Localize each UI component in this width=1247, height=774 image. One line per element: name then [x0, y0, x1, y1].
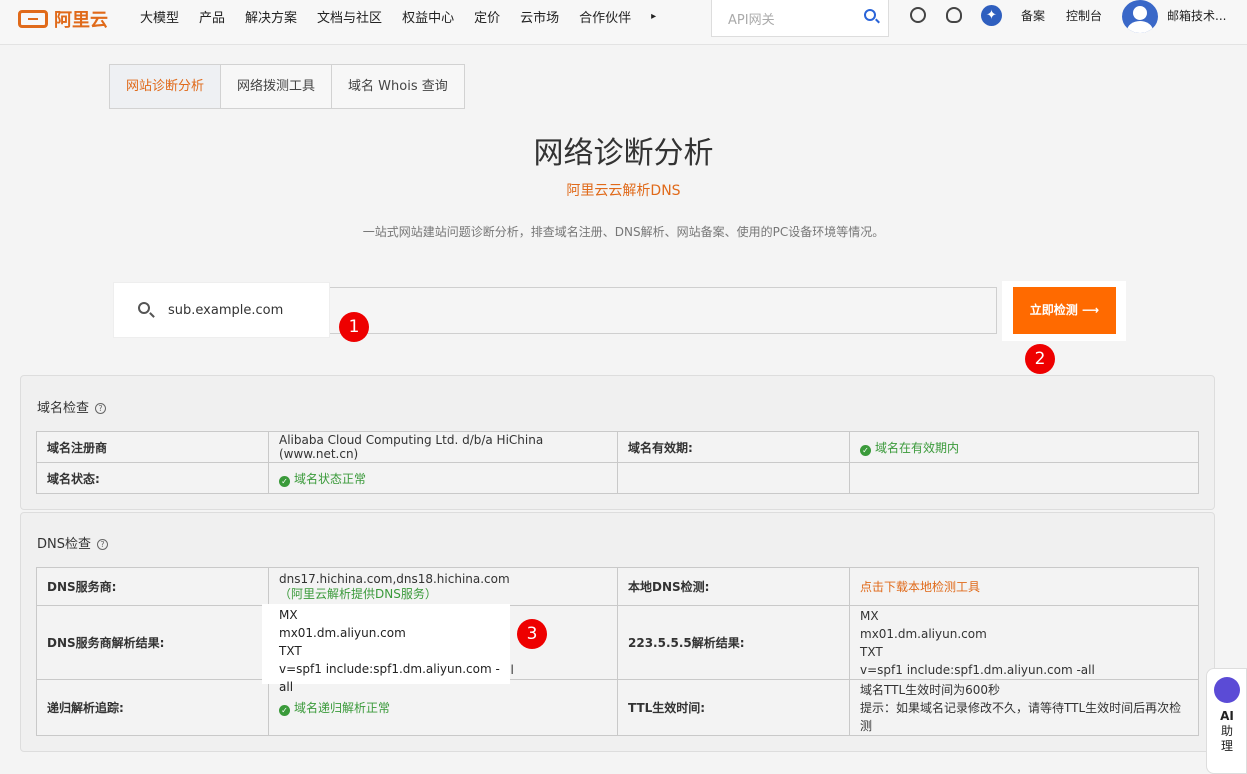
domain-input[interactable]: sub.example.com — [113, 282, 330, 338]
detect-now-button[interactable]: 立即检测 ⟶ — [1013, 287, 1116, 334]
ai-label-line: 理 — [1220, 739, 1233, 753]
nav-item-docs[interactable]: 文档与社区 — [317, 7, 382, 26]
ttl-line: 测 — [860, 718, 873, 733]
validity-value-text: 域名在有效期内 — [875, 440, 960, 455]
logo-text: 阿里云 — [54, 10, 108, 31]
dns-result-label: DNS服务商解析结果: — [36, 605, 269, 680]
ai-assistant-label: AI 助 理 — [1207, 709, 1247, 754]
user-name[interactable]: 邮箱技术... — [1167, 7, 1226, 24]
dns-provider-value: dns17.hichina.com,dns18.hichina.com （阿里云… — [268, 567, 618, 606]
public-dns-value: MX mx01.dm.aliyun.com TXT v=spf1 include… — [849, 605, 1199, 680]
top-search-input[interactable]: API网关 — [711, 0, 889, 37]
search-icon — [138, 302, 150, 314]
registrar-label: 域名注册商 — [36, 431, 269, 463]
ttl-line: 提示：如果域名记录修改不久，请等待TTL生效时间后再次检 — [860, 700, 1182, 715]
recursive-label: 递归解析追踪: — [36, 679, 269, 736]
validity-value: ✓ 域名在有效期内 — [849, 431, 1199, 463]
nav-item-pricing[interactable]: 定价 — [474, 7, 500, 26]
ttl-label: TTL生效时间: — [617, 679, 850, 736]
dns-provider-label: DNS服务商: — [36, 567, 269, 606]
nav-item-benefits[interactable]: 权益中心 — [402, 7, 454, 26]
annotation-marker-2: 2 — [1025, 344, 1055, 374]
nav-item-solutions[interactable]: 解决方案 — [245, 7, 297, 26]
ttl-line: 域名TTL生效时间为600秒 — [860, 682, 1001, 697]
console-link[interactable]: 控制台 — [1066, 7, 1102, 24]
local-dns-download-link[interactable]: 点击下载本地检测工具 — [849, 567, 1199, 606]
aliyun-logo[interactable]: 阿里云 — [18, 6, 108, 32]
dns-result-highlight: MX mx01.dm.aliyun.com TXT v=spf1 include… — [262, 604, 510, 694]
nav-item-products[interactable]: 产品 — [199, 7, 225, 26]
status-value: ✓ 域名状态正常 — [268, 462, 618, 494]
recursive-value-text: 域名递归解析正常 — [294, 701, 391, 715]
top-navbar: 阿里云 大模型 产品 解决方案 文档与社区 权益中心 定价 云市场 合作伙伴 ▸… — [0, 0, 1247, 45]
domain-check-title: 域名检查? — [37, 397, 107, 416]
highlight-line: TXT — [279, 644, 302, 658]
page-description: 一站式网站建站问题诊断分析，排查域名注册、DNS解析、网站备案、使用的PC设备环… — [362, 225, 885, 239]
ai-label-line: 助 — [1220, 724, 1233, 738]
empty-cell — [849, 462, 1199, 494]
domain-input-value: sub.example.com — [168, 303, 284, 318]
check-icon: ✓ — [279, 705, 290, 716]
highlight-line: mx01.dm.aliyun.com — [279, 626, 406, 640]
public-dns-line: mx01.dm.aliyun.com — [860, 626, 987, 641]
nav-item-models[interactable]: 大模型 — [140, 7, 179, 26]
tab-whois[interactable]: 域名 Whois 查询 — [332, 65, 464, 108]
validity-label: 域名有效期: — [617, 431, 850, 463]
annotation-marker-1: 1 — [339, 312, 369, 342]
domain-check-title-text: 域名检查 — [37, 401, 90, 416]
ai-assistant-button[interactable]: AI 助 理 — [1206, 668, 1247, 774]
check-icon: ✓ — [279, 475, 290, 487]
public-dns-line: TXT — [860, 644, 883, 659]
status-label: 域名状态: — [36, 462, 269, 494]
help-icon[interactable]: ? — [95, 403, 107, 414]
nav-more-arrow-icon[interactable]: ▸ — [651, 11, 656, 22]
ai-label-line: AI — [1220, 709, 1234, 723]
dns-check-title: DNS检查? — [37, 533, 108, 552]
nav-item-partners[interactable]: 合作伙伴 — [579, 7, 631, 26]
help-icon[interactable]: ? — [97, 539, 108, 550]
dns-check-table: DNS服务商: dns17.hichina.com,dns18.hichina.… — [36, 567, 1199, 736]
registrar-value: Alibaba Cloud Computing Ltd. d/b/a HiChi… — [268, 431, 618, 463]
search-icon[interactable] — [864, 9, 876, 21]
dns-provider-note: （阿里云解析提供DNS服务） — [279, 586, 437, 601]
local-dns-label: 本地DNS检测: — [617, 567, 850, 606]
compass-icon[interactable] — [910, 7, 926, 23]
check-icon: ✓ — [860, 444, 871, 456]
public-dns-line: MX — [860, 608, 879, 623]
tab-site-diagnosis[interactable]: 网站诊断分析 — [110, 65, 222, 108]
ai-orb-icon — [1214, 677, 1240, 703]
dns-check-title-text: DNS检查 — [37, 537, 91, 552]
beian-link[interactable]: 备案 — [1021, 7, 1045, 24]
nav-item-marketplace[interactable]: 云市场 — [520, 7, 559, 26]
annotation-marker-3: 3 — [517, 619, 547, 649]
empty-cell — [617, 462, 850, 494]
headset-icon[interactable] — [946, 7, 962, 23]
tool-tabs: 网站诊断分析 网络拨测工具 域名 Whois 查询 — [109, 64, 465, 109]
avatar[interactable] — [1122, 0, 1158, 33]
domain-check-table: 域名注册商 Alibaba Cloud Computing Ltd. d/b/a… — [36, 431, 1199, 494]
tab-network-probe[interactable]: 网络拨测工具 — [221, 65, 333, 108]
public-dns-label: 223.5.5.5解析结果: — [617, 605, 850, 680]
highlight-line: MX — [279, 608, 298, 622]
top-search-placeholder: API网关 — [728, 13, 775, 28]
ttl-value: 域名TTL生效时间为600秒 提示：如果域名记录修改不久，请等待TTL生效时间后… — [849, 679, 1199, 736]
main-nav: 大模型 产品 解决方案 文档与社区 权益中心 定价 云市场 合作伙伴 ▸ — [140, 0, 676, 32]
page-title: 网络诊断分析 — [533, 136, 714, 171]
detect-button-frame: 立即检测 ⟶ — [1002, 281, 1126, 341]
star-badge-icon[interactable]: ✦ — [981, 5, 1002, 26]
page-subtitle: 阿里云云解析DNS — [566, 183, 681, 199]
public-dns-line: v=spf1 include:spf1.dm.aliyun.com -all — [860, 662, 1095, 677]
logo-mark-icon — [18, 10, 48, 28]
dns-provider-servers: dns17.hichina.com,dns18.hichina.com — [279, 571, 510, 586]
status-value-text: 域名状态正常 — [294, 471, 367, 486]
highlight-line: v=spf1 include:spf1.dm.aliyun.com -all — [279, 662, 500, 694]
